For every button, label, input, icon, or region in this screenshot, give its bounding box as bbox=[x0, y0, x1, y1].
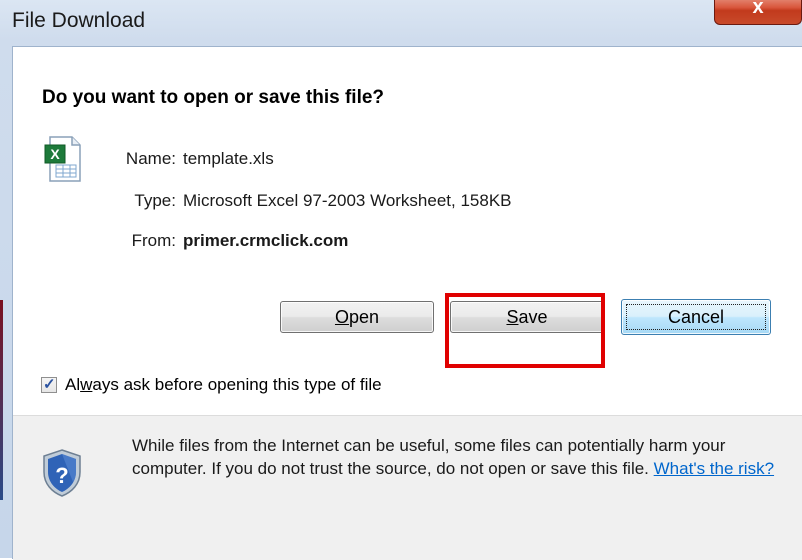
window-frame: File Download x Do you want to open or s… bbox=[0, 0, 802, 560]
save-highlight-box bbox=[445, 293, 605, 368]
file-source: primer.crmclick.com bbox=[183, 231, 349, 250]
file-type: Microsoft Excel 97-2003 Worksheet, 158KB bbox=[183, 191, 512, 210]
always-ask-label[interactable]: Always ask before opening this type of f… bbox=[65, 375, 382, 395]
whats-the-risk-link[interactable]: What's the risk? bbox=[654, 459, 774, 478]
dialog-question: Do you want to open or save this file? bbox=[42, 87, 385, 108]
focus-rect bbox=[626, 304, 766, 330]
close-button[interactable]: x bbox=[714, 0, 802, 25]
window-title: File Download bbox=[12, 9, 146, 32]
close-icon: x bbox=[752, 0, 764, 18]
svg-text:?: ? bbox=[55, 463, 68, 488]
cancel-button[interactable]: Cancel bbox=[621, 299, 771, 335]
security-shield-question-icon: ? bbox=[43, 449, 81, 497]
open-button[interactable]: Open bbox=[280, 301, 434, 333]
name-label: Name: bbox=[125, 149, 176, 168]
checkmark-icon: ✓ bbox=[43, 376, 56, 393]
warning-text: While files from the Internet can be use… bbox=[132, 436, 775, 478]
from-label: From: bbox=[131, 231, 176, 250]
always-ask-checkbox[interactable]: ✓ bbox=[41, 376, 57, 393]
dialog-body: Do you want to open or save this file? X… bbox=[12, 46, 802, 560]
type-label: Type: bbox=[134, 191, 176, 210]
open-button-label: Open bbox=[334, 306, 380, 327]
title-bar: File Download x bbox=[0, 0, 802, 46]
file-name: template.xls bbox=[183, 149, 274, 168]
window-edge bbox=[0, 300, 3, 500]
